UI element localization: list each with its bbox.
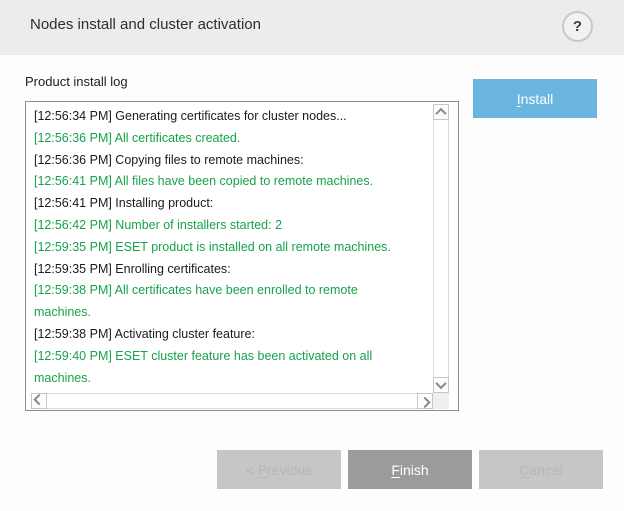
wizard-navigation: < Previous Finish Cancel — [217, 450, 603, 489]
finish-button-label: Finish — [391, 462, 428, 478]
cancel-button[interactable]: Cancel — [479, 450, 603, 489]
scroll-left-button[interactable] — [31, 393, 47, 409]
wizard-dialog: Nodes install and cluster activation ? P… — [0, 0, 624, 511]
product-install-log[interactable]: [12:56:34 PM] Generating certificates fo… — [25, 101, 459, 411]
log-line: [12:59:38 PM] All certificates have been… — [34, 280, 422, 302]
install-button-label: Install — [517, 91, 554, 107]
chevron-left-icon — [33, 394, 44, 405]
page-title: Nodes install and cluster activation — [30, 16, 261, 33]
log-line: [12:56:42 PM] Number of installers start… — [34, 215, 422, 237]
question-mark-icon: ? — [573, 18, 582, 35]
scroll-right-button[interactable] — [417, 393, 433, 409]
previous-button[interactable]: < Previous — [217, 450, 341, 489]
chevron-right-icon — [419, 397, 430, 408]
log-lines: [12:56:34 PM] Generating certificates fo… — [34, 106, 422, 390]
vertical-scroll-track[interactable] — [433, 120, 449, 377]
cancel-button-label: Cancel — [519, 462, 563, 478]
log-line: [12:56:36 PM] All certificates created. — [34, 128, 422, 150]
scrollbar-corner — [433, 393, 449, 409]
horizontal-scrollbar[interactable] — [31, 393, 433, 409]
log-line: [12:56:34 PM] Generating certificates fo… — [34, 106, 422, 128]
install-button[interactable]: Install — [473, 79, 597, 118]
log-line: [12:56:41 PM] All files have been copied… — [34, 171, 422, 193]
previous-button-label: < Previous — [246, 462, 313, 478]
scroll-up-button[interactable] — [433, 104, 449, 120]
vertical-scrollbar[interactable] — [433, 104, 449, 393]
finish-button[interactable]: Finish — [348, 450, 472, 489]
chevron-up-icon — [435, 108, 446, 119]
log-line: [12:59:38 PM] Activating cluster feature… — [34, 324, 422, 346]
scroll-down-button[interactable] — [433, 377, 449, 393]
log-line: [12:59:35 PM] ESET product is installed … — [34, 237, 422, 259]
log-line: [12:56:41 PM] Installing product: — [34, 193, 422, 215]
log-label: Product install log — [25, 74, 128, 89]
log-line: [12:56:36 PM] Copying files to remote ma… — [34, 150, 422, 172]
horizontal-scroll-track[interactable] — [47, 393, 417, 409]
help-button[interactable]: ? — [562, 11, 593, 42]
log-line: machines. — [34, 302, 422, 324]
dialog-header: Nodes install and cluster activation ? — [0, 0, 624, 55]
log-line: [12:59:35 PM] Enrolling certificates: — [34, 259, 422, 281]
chevron-down-icon — [435, 378, 446, 389]
log-line: [12:59:40 PM] ESET cluster feature has b… — [34, 346, 422, 368]
log-line: machines. — [34, 368, 422, 390]
